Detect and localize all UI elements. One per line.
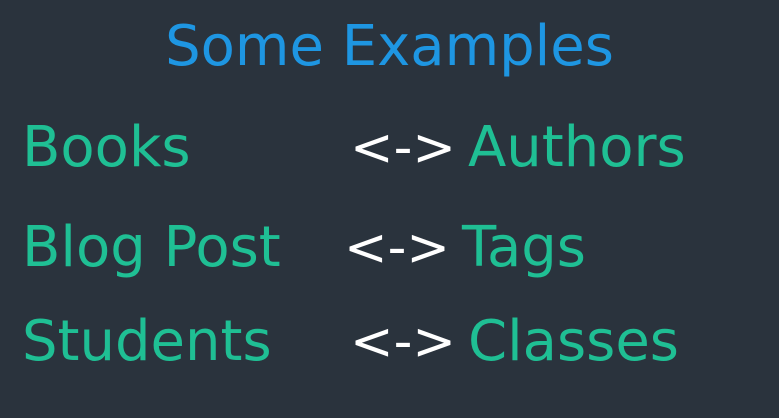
relation-row-books-authors: Books <-> Authors xyxy=(0,108,779,188)
relation-left-term: Students xyxy=(22,309,272,374)
relation-left-term: Books xyxy=(22,115,191,180)
relation-left-term: Blog Post xyxy=(22,215,281,280)
relation-arrow: <-> xyxy=(350,118,456,178)
slide-title: Some Examples xyxy=(165,14,614,79)
slide: Some Examples Books <-> Authors Blog Pos… xyxy=(0,0,779,418)
relation-arrow: <-> xyxy=(344,218,450,278)
relation-row-students-classes: Students <-> Classes xyxy=(0,302,779,382)
relation-row-blogpost-tags: Blog Post <-> Tags xyxy=(0,208,779,288)
relation-right-term: Classes xyxy=(468,309,679,374)
relation-right-term: Authors xyxy=(468,115,686,180)
relation-arrow: <-> xyxy=(350,312,456,372)
relation-right-term: Tags xyxy=(462,215,586,280)
